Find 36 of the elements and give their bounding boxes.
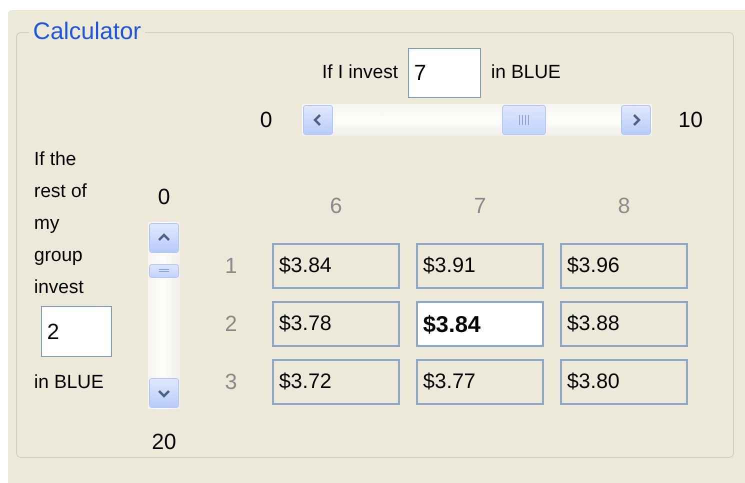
invest-field[interactable]: 7 — [408, 48, 482, 98]
max-label: 20 — [152, 429, 176, 455]
payoff-cell: $3.72 — [272, 359, 400, 405]
min-label: 0 — [260, 107, 272, 133]
min-label: 0 — [158, 184, 170, 210]
horizontal-scrollbar[interactable] — [302, 104, 652, 136]
column-header: 8 — [616, 193, 632, 219]
payoff-cell: $3.77 — [416, 359, 544, 405]
scroll-left-button[interactable] — [303, 105, 334, 135]
scroll-thumb[interactable] — [149, 264, 179, 278]
row-header: 2 — [224, 311, 238, 337]
scroll-up-button[interactable] — [149, 223, 179, 253]
suffix-label: in BLUE — [491, 62, 561, 84]
payoff-cell: $3.84 — [272, 243, 400, 289]
payoff-cell: $3.78 — [272, 301, 400, 347]
scroll-right-button[interactable] — [621, 105, 652, 135]
payoff-cell: $3.88 — [560, 301, 688, 347]
row-header: 3 — [224, 369, 238, 395]
invest-label: If I invest — [322, 62, 398, 84]
row-header: 1 — [224, 253, 238, 279]
vertical-scrollbar[interactable] — [148, 222, 180, 409]
scroll-thumb[interactable] — [502, 105, 546, 135]
chevron-right-icon — [630, 114, 642, 126]
scroll-down-button[interactable] — [149, 378, 179, 408]
group-title: Calculator — [32, 18, 142, 46]
column-header: 6 — [328, 193, 344, 219]
chevron-down-icon — [158, 387, 170, 399]
payoff-cell: $3.96 — [560, 243, 688, 289]
payoff-cell: $3.80 — [560, 359, 688, 405]
payoff-cell: $3.84 — [416, 301, 544, 347]
group-invest-field[interactable]: 2 — [41, 306, 112, 357]
group-invest-label: If the rest of my group invest — [34, 148, 88, 300]
payoff-cell: $3.91 — [416, 243, 544, 289]
max-label: 10 — [678, 107, 703, 133]
column-header: 7 — [472, 193, 488, 219]
suffix-label: in BLUE — [34, 371, 104, 395]
